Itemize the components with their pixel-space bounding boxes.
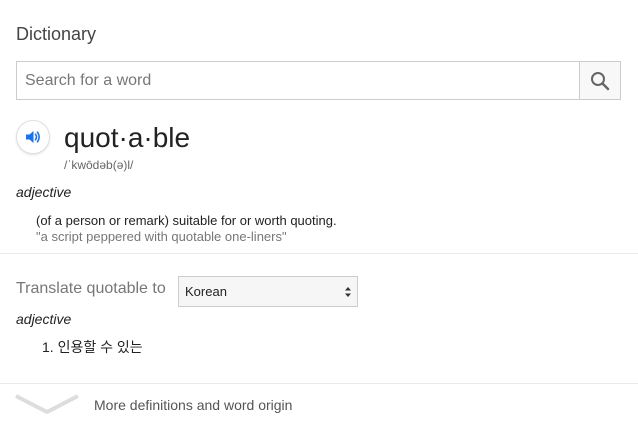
example-sentence: "a script peppered with quotable one-lin… [36, 229, 287, 244]
search-icon [591, 71, 610, 90]
search-box [16, 61, 621, 100]
definition-text: (of a person or remark) suitable for or … [36, 213, 337, 228]
search-input[interactable] [17, 62, 579, 99]
footer-divider [0, 383, 638, 384]
translation-part-of-speech: adjective [16, 311, 72, 327]
section-divider [0, 253, 638, 254]
chevron-down-icon[interactable] [14, 392, 80, 416]
dictionary-card: Dictionary quot·a·ble /ˈkwōdəb(ə)l/ adje… [0, 0, 638, 424]
more-definitions-link[interactable]: More definitions and word origin [94, 397, 292, 413]
part-of-speech: adjective [16, 184, 72, 200]
language-select[interactable]: Korean [178, 276, 358, 307]
headword: quot·a·ble [64, 122, 191, 153]
phonetic-spelling: /ˈkwōdəb(ə)l/ [64, 158, 134, 172]
translate-label: Translate quotable to [16, 280, 166, 297]
search-button[interactable] [579, 62, 620, 99]
card-title: Dictionary [16, 24, 97, 44]
speaker-icon [26, 131, 40, 143]
language-select-value: Korean [185, 284, 227, 299]
select-arrows-icon [345, 287, 351, 297]
translation-item: 1. 인용할 수 있는 [42, 339, 143, 355]
pronunciation-button[interactable] [16, 120, 50, 154]
